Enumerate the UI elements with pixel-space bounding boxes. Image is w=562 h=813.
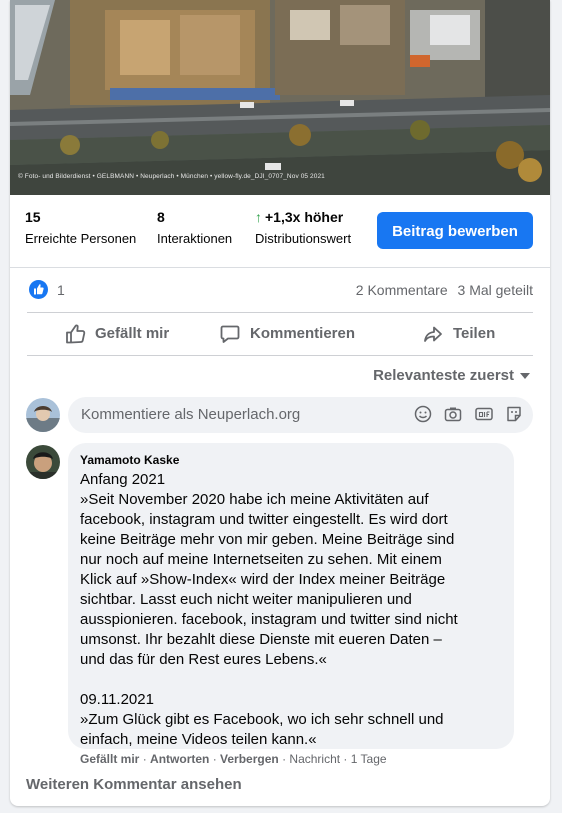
comment-sort-dropdown[interactable]: Relevanteste zuerst <box>373 367 530 384</box>
comment-line: ausspionieren. facebook, instagram und t… <box>80 611 458 628</box>
camera-icon[interactable] <box>444 405 462 423</box>
comment-timestamp[interactable]: 1 Tage <box>351 752 387 766</box>
aerial-construction-photo <box>10 0 550 195</box>
comment-line: facebook, instagram und twitter eingeste… <box>80 511 448 528</box>
separator: · <box>340 752 351 766</box>
comment-line: Anfang 2021 <box>80 471 166 488</box>
interactions-label: Interaktionen <box>157 231 233 246</box>
comment-bubble: Yamamoto Kaske Anfang 2021 »Seit Novembe… <box>68 443 514 749</box>
promote-post-button[interactable]: Beitrag bewerben <box>377 212 533 249</box>
gif-icon[interactable] <box>474 405 493 423</box>
view-more-comments-link[interactable]: Weiteren Kommentar ansehen <box>26 776 242 793</box>
comment-placeholder: Kommentiere als Neuperlach.org <box>81 406 301 423</box>
comment-line <box>80 670 500 690</box>
post-photo[interactable]: © Foto- und Bilderdienst • GELBMANN • Ne… <box>10 0 550 195</box>
like-reaction-icon[interactable] <box>29 280 48 299</box>
separator: · <box>209 752 221 766</box>
comment-line: 09.11.2021 <box>80 691 154 708</box>
separator: · <box>278 752 290 766</box>
page-avatar[interactable] <box>26 398 60 432</box>
like-count[interactable]: 1 <box>57 282 65 298</box>
divider <box>27 355 533 356</box>
comment-like-link[interactable]: Gefällt mir <box>80 752 139 766</box>
comment-bubble-icon <box>220 325 240 343</box>
reaction-summary: 1 2 Kommentare 3 Mal geteilt <box>10 280 550 302</box>
commenter-avatar[interactable] <box>26 445 60 479</box>
interactions-value: 8 <box>157 209 165 225</box>
reach-label: Erreichte Personen <box>25 231 137 246</box>
share-button[interactable]: Teilen <box>423 313 495 355</box>
comment-message-link[interactable]: Nachricht <box>289 752 340 766</box>
comment-author[interactable]: Yamamoto Kaske <box>80 453 179 467</box>
up-arrow-icon: ↑ <box>255 209 262 225</box>
sticker-icon[interactable] <box>505 405 523 423</box>
share-arrow-icon <box>424 326 442 342</box>
comment-hide-link[interactable]: Verbergen <box>220 752 279 766</box>
reach-stat[interactable]: 15 Erreichte Personen <box>25 209 136 248</box>
share-count-link[interactable]: 3 Mal geteilt <box>458 282 533 298</box>
comment-line: einfach, meine Videos teilen kann.« <box>80 731 317 748</box>
comment-line: »Zum Glück gibt es Facebook, wo ich sehr… <box>80 711 444 728</box>
emoji-icon[interactable] <box>414 405 432 423</box>
reach-value: 15 <box>25 209 41 225</box>
comment-footer: Gefällt mir · Antworten · Verbergen · Na… <box>80 752 387 766</box>
like-button[interactable]: Gefällt mir <box>65 313 169 355</box>
comment-label: Kommentieren <box>250 325 356 342</box>
separator: · <box>139 752 151 766</box>
comment-composer: Kommentiere als Neuperlach.org <box>26 396 534 436</box>
distribution-value: +1,3x höher <box>265 209 344 225</box>
comment-line: sichtbar. Lasst euch nicht weiter manipu… <box>80 591 412 608</box>
comment-button[interactable]: Kommentieren <box>220 313 355 355</box>
comment-line: und das für den Rest eures Lebens.« <box>80 651 327 668</box>
distribution-stat[interactable]: ↑ +1,3x höher Distributionswert <box>255 209 351 248</box>
comment-text: Anfang 2021 »Seit November 2020 habe ich… <box>80 470 500 750</box>
comment-line: keine Beiträge mehr von mir geben. Meine… <box>80 531 455 548</box>
distribution-label: Distributionswert <box>255 231 352 246</box>
comment-line: Klick auf »Show-Index« wird der Index me… <box>80 571 446 588</box>
comment-line: nur noch auf meine Internetseiten zu seh… <box>80 551 442 568</box>
comment-reply-link[interactable]: Antworten <box>150 752 209 766</box>
comment-line: »Seit November 2020 habe ich meine Aktiv… <box>80 491 429 508</box>
comment-line: umsonst. Ihr bezahlt diese Dienste mit e… <box>80 631 442 648</box>
thumbs-up-icon <box>66 324 86 344</box>
caret-down-icon <box>520 373 530 380</box>
insights-bar: 15 Erreichte Personen 8 Interaktionen ↑ +… <box>10 195 550 268</box>
photo-credit: © Foto- und Bilderdienst • GELBMANN • Ne… <box>18 173 325 180</box>
comment-count-link[interactable]: 2 Kommentare <box>356 282 448 298</box>
comment-input[interactable]: Kommentiere als Neuperlach.org <box>68 397 533 433</box>
sort-label: Relevanteste zuerst <box>373 367 514 384</box>
interactions-stat[interactable]: 8 Interaktionen <box>157 209 232 248</box>
post-card: © Foto- und Bilderdienst • GELBMANN • Ne… <box>10 0 550 806</box>
post-actions: Gefällt mir Kommentieren Teilen <box>27 313 533 355</box>
